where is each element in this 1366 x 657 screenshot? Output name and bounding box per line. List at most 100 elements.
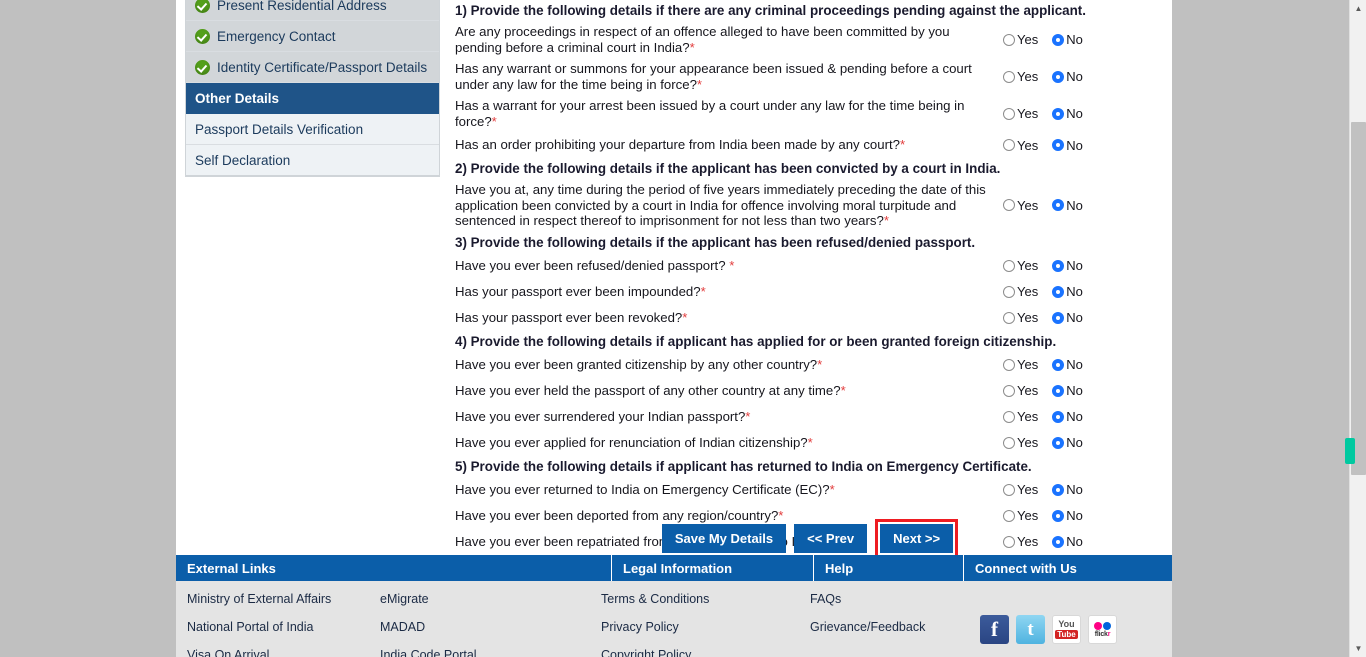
- footer-link[interactable]: Visa On Arrival: [187, 648, 380, 657]
- radio-option-no[interactable]: No: [1052, 482, 1083, 497]
- footer-link[interactable]: Ministry of External Affairs: [187, 592, 380, 606]
- radio-no-icon[interactable]: [1052, 410, 1065, 423]
- radio-no-label: No: [1066, 310, 1083, 325]
- radio-option-yes[interactable]: Yes: [1003, 284, 1038, 299]
- sidebar-item-passport-details-verification[interactable]: Passport Details Verification: [186, 114, 439, 145]
- radio-option-no[interactable]: No: [1052, 357, 1083, 372]
- scrollbar-thumb[interactable]: [1345, 122, 1366, 475]
- question-row: Has your passport ever been impounded?* Y…: [455, 279, 1165, 305]
- radio-option-no[interactable]: No: [1052, 383, 1083, 398]
- radio-no-icon[interactable]: [1052, 139, 1065, 151]
- radio-no-icon[interactable]: [1052, 70, 1065, 83]
- radio-no-label: No: [1066, 357, 1083, 372]
- radio-option-no[interactable]: No: [1052, 32, 1083, 47]
- radio-no-icon[interactable]: [1052, 483, 1065, 496]
- radio-option-yes[interactable]: Yes: [1003, 409, 1038, 424]
- footer-link[interactable]: Grievance/Feedback: [810, 620, 970, 634]
- radio-yes-icon[interactable]: [1003, 259, 1015, 272]
- sidebar-item-emergency-contact[interactable]: Emergency Contact: [186, 21, 439, 52]
- question-row: Have you ever held the passport of any o…: [455, 378, 1165, 404]
- radio-yes-icon[interactable]: [1003, 483, 1015, 496]
- yes-no-radio-group: Yes No: [1003, 284, 1111, 299]
- radio-option-yes[interactable]: Yes: [1003, 258, 1038, 273]
- browser-scrollbar[interactable]: ▲ ▼: [1345, 0, 1366, 657]
- radio-option-no[interactable]: No: [1052, 284, 1083, 299]
- screenshot-root: Present Residential Address Emergency Con…: [0, 0, 1366, 657]
- footer-link[interactable]: India Code Portal: [380, 648, 601, 657]
- footer-link[interactable]: National Portal of India: [187, 620, 380, 634]
- next-button-highlight: Next >>: [875, 519, 959, 558]
- radio-option-yes[interactable]: Yes: [1003, 106, 1038, 121]
- radio-yes-icon[interactable]: [1003, 285, 1015, 298]
- radio-option-yes[interactable]: Yes: [1003, 138, 1038, 153]
- required-asterisk: *: [689, 39, 695, 55]
- radio-no-icon[interactable]: [1052, 33, 1065, 46]
- radio-option-no[interactable]: No: [1052, 138, 1083, 153]
- radio-no-icon[interactable]: [1052, 107, 1065, 120]
- radio-option-no[interactable]: No: [1052, 198, 1083, 213]
- footer-link[interactable]: MADAD: [380, 620, 601, 634]
- yes-no-radio-group: Yes No: [1003, 32, 1111, 47]
- radio-yes-icon[interactable]: [1003, 384, 1015, 397]
- radio-option-yes[interactable]: Yes: [1003, 383, 1038, 398]
- radio-option-no[interactable]: No: [1052, 310, 1083, 325]
- radio-yes-icon[interactable]: [1003, 33, 1015, 46]
- sidebar-item-present-residential-address[interactable]: Present Residential Address: [186, 0, 439, 21]
- scroll-up-arrow-icon[interactable]: ▲: [1350, 0, 1366, 17]
- question-label: Have you ever been granted citizenship b…: [455, 357, 1003, 373]
- radio-yes-icon[interactable]: [1003, 311, 1015, 324]
- radio-yes-label: Yes: [1017, 357, 1039, 372]
- question-text: Has an order prohibiting your departure …: [455, 137, 900, 153]
- facebook-icon[interactable]: f: [980, 615, 1009, 644]
- section-title: 3) Provide the following details if the …: [455, 234, 976, 250]
- question-label: Has a warrant for your arrest been issue…: [455, 98, 1003, 129]
- radio-no-icon[interactable]: [1052, 436, 1065, 449]
- prev-button[interactable]: << Prev: [794, 524, 868, 553]
- flickr-icon[interactable]: flickr: [1088, 615, 1117, 644]
- radio-yes-icon[interactable]: [1003, 410, 1015, 423]
- footer-link[interactable]: Privacy Policy: [601, 620, 810, 634]
- radio-yes-label: Yes: [1017, 435, 1039, 450]
- radio-no-icon[interactable]: [1052, 259, 1065, 272]
- footer-link[interactable]: eMigrate: [380, 592, 601, 606]
- save-my-details-button[interactable]: Save My Details: [661, 524, 787, 553]
- scroll-down-arrow-icon[interactable]: ▼: [1350, 640, 1366, 657]
- question-text: Has a warrant for your arrest been issue…: [455, 98, 965, 129]
- radio-option-no[interactable]: No: [1052, 69, 1083, 84]
- radio-yes-icon[interactable]: [1003, 199, 1015, 212]
- radio-option-no[interactable]: No: [1052, 106, 1083, 121]
- radio-option-yes[interactable]: Yes: [1003, 435, 1038, 450]
- radio-option-yes[interactable]: Yes: [1003, 32, 1038, 47]
- radio-yes-icon[interactable]: [1003, 107, 1015, 120]
- next-button[interactable]: Next >>: [880, 524, 954, 553]
- radio-yes-icon[interactable]: [1003, 436, 1015, 449]
- radio-option-no[interactable]: No: [1052, 258, 1083, 273]
- footer-link[interactable]: FAQs: [810, 592, 970, 606]
- sidebar-item-other-details[interactable]: Other Details: [186, 83, 439, 114]
- radio-yes-icon[interactable]: [1003, 358, 1015, 371]
- radio-option-yes[interactable]: Yes: [1003, 310, 1038, 325]
- yes-no-radio-group: Yes No: [1003, 69, 1111, 84]
- footer-link[interactable]: Terms & Conditions: [601, 592, 810, 606]
- radio-no-icon[interactable]: [1052, 199, 1065, 212]
- radio-no-icon[interactable]: [1052, 358, 1065, 371]
- radio-option-yes[interactable]: Yes: [1003, 482, 1038, 497]
- radio-option-no[interactable]: No: [1052, 435, 1083, 450]
- radio-option-yes[interactable]: Yes: [1003, 357, 1038, 372]
- footer-link[interactable]: Copyright Policy: [601, 648, 810, 657]
- radio-option-yes[interactable]: Yes: [1003, 198, 1038, 213]
- radio-no-icon[interactable]: [1052, 285, 1065, 298]
- radio-yes-icon[interactable]: [1003, 139, 1015, 151]
- radio-no-label: No: [1066, 284, 1083, 299]
- yes-no-radio-group: Yes No: [1003, 357, 1111, 372]
- radio-yes-label: Yes: [1017, 409, 1039, 424]
- sidebar-item-self-declaration[interactable]: Self Declaration: [186, 145, 439, 176]
- radio-no-icon[interactable]: [1052, 311, 1065, 324]
- radio-no-icon[interactable]: [1052, 384, 1065, 397]
- sidebar-item-identity-certificate-passport-details[interactable]: Identity Certificate/Passport Details: [186, 52, 439, 83]
- radio-option-no[interactable]: No: [1052, 409, 1083, 424]
- radio-option-yes[interactable]: Yes: [1003, 69, 1038, 84]
- radio-yes-icon[interactable]: [1003, 70, 1015, 83]
- youtube-icon[interactable]: You Tube: [1052, 615, 1081, 644]
- twitter-icon[interactable]: t: [1016, 615, 1045, 644]
